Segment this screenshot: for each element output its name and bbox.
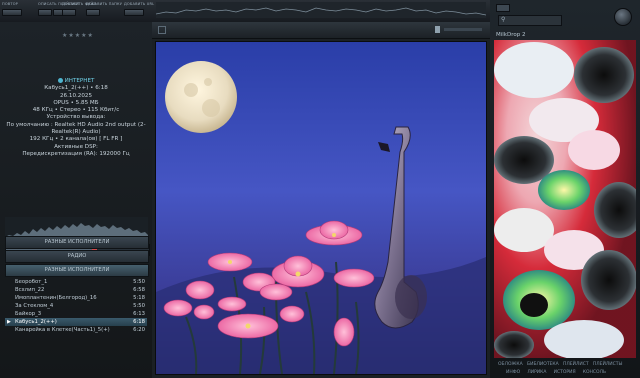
- playlist-row-current[interactable]: ▶ Кабусь1_2(++) 6:18: [5, 318, 147, 326]
- tab-playlist[interactable]: ПЛЕЙЛИСТ: [563, 362, 589, 367]
- stream-header-label: ИНТЕРНЕТ: [64, 78, 95, 84]
- left-panel: ★★★★★ ИНТЕРНЕТ Кабусь1_2(++) • 6:18 26.1…: [0, 22, 152, 378]
- track-title: Канарейка в Клетке(Часть1)_5(+): [15, 327, 110, 333]
- describe-playlist-button[interactable]: [38, 9, 52, 16]
- volume-knob[interactable]: [614, 8, 632, 26]
- playlist-row[interactable]: Имоплантенин(Белгород)_16 5:18: [5, 294, 147, 302]
- add-file-button[interactable]: [62, 9, 76, 16]
- stream-info: ИНТЕРНЕТ Кабусь1_2(++) • 6:18 26.10.2025…: [0, 78, 152, 158]
- tab-lyrics[interactable]: ЛИРИКА: [527, 370, 546, 375]
- repeat-button[interactable]: [2, 9, 22, 16]
- visualizer-title: MilkDrop 2: [496, 32, 526, 38]
- control-group-add-url: ДОБАВИТЬ URL: [124, 2, 155, 16]
- track-title: Байкор_3: [15, 311, 42, 317]
- control-group-add-folder: ДОБАВИТЬ ПАПКУ: [86, 2, 123, 16]
- globe-icon: [57, 78, 63, 83]
- tab-playlists[interactable]: ПЛЕЙЛИСТЫ: [593, 362, 623, 367]
- speaker-icon[interactable]: [435, 26, 440, 33]
- visualizer-search-input[interactable]: ⚲: [498, 15, 562, 26]
- now-playing-track: Кабусь1_2(++) • 6:18: [44, 85, 108, 92]
- output-device-cont: Realtek(R) Audio): [51, 129, 101, 136]
- playlist-row[interactable]: Канарейка в Клетке(Часть1)_5(+) 6:20: [5, 326, 147, 334]
- tab-info[interactable]: ИНФО: [506, 370, 520, 375]
- add-folder-button[interactable]: [86, 9, 100, 16]
- track-title: Кабусь1_2(++): [15, 319, 57, 325]
- rating-stars[interactable]: ★★★★★: [62, 32, 94, 39]
- album-art-panel: [152, 22, 490, 378]
- track-title: Имоплантенин(Белгород)_16: [15, 295, 97, 301]
- bottom-tabs-row1: ОБЛОЖКА БИБЛИОТЕКА ПЛЕЙЛИСТ ПЛЕЙЛИСТЫ: [498, 362, 623, 367]
- output-device: По умолчанию : Realtek HD Audio 2nd outp…: [6, 121, 146, 128]
- track-duration: 6:58: [133, 287, 145, 293]
- tab-cover[interactable]: ОБЛОЖКА: [498, 362, 523, 367]
- output-format: 192 КГц • 2 канала(ов) [ FL FR ]: [29, 136, 123, 143]
- album-art-image: [156, 42, 486, 374]
- playlist-tab-radio[interactable]: РАДИО: [5, 250, 149, 263]
- resample-info: Передискретизация (RA): 192000 Гц: [22, 150, 130, 157]
- playlist-row[interactable]: Всхлип_22 6:58: [5, 286, 147, 294]
- track-duration: 6:13: [133, 311, 145, 317]
- playlist-row[interactable]: Беоробот_1 5:50: [5, 278, 147, 286]
- playlist-row[interactable]: Байкор_3 6:13: [5, 310, 147, 318]
- control-label: ДОБАВИТЬ ПАПКУ: [86, 2, 123, 6]
- art-volume-slider[interactable]: [444, 28, 482, 31]
- add-url-button[interactable]: [124, 9, 144, 16]
- search-icon: ⚲: [501, 16, 506, 23]
- track-duration: 5:18: [133, 295, 145, 301]
- playlist-tab-various-artists-2[interactable]: РАЗНЫЕ ИСПОЛНИТЕЛИ: [5, 264, 149, 277]
- visualizer-panel: ⚲ MilkDrop 2 ОБЛОЖКА БИБЛИОТЕКА ПЛЕЙЛИСТ…: [490, 0, 640, 378]
- spectrum-strip: [156, 2, 486, 18]
- playlist-row[interactable]: За Стеклом_4 5:50: [5, 302, 147, 310]
- play-indicator-icon: ▶: [7, 319, 11, 325]
- control-label: ДОБАВИТЬ URL: [124, 2, 155, 6]
- playlist-tab-various-artists[interactable]: РАЗНЫЕ ИСПОЛНИТЕЛИ: [5, 236, 149, 249]
- panel-toggle-button[interactable]: [496, 4, 510, 12]
- track-duration: 6:20: [133, 327, 145, 333]
- dsp-label: Активные DSP:: [54, 143, 98, 150]
- art-toolbar: [152, 22, 490, 39]
- stream-header: ИНТЕРНЕТ: [0, 78, 152, 85]
- control-group-repeat: ПОВТОР: [2, 2, 22, 16]
- track-title: Беоробот_1: [15, 279, 48, 285]
- control-label: ПОВТОР: [2, 2, 18, 6]
- tab-history[interactable]: ИСТОРИЯ: [554, 370, 576, 375]
- track-duration: 5:50: [133, 303, 145, 309]
- track-duration: 5:50: [133, 279, 145, 285]
- bottom-tabs-row2: ИНФО ЛИРИКА ИСТОРИЯ КОНСОЛЬ: [506, 370, 606, 375]
- menu-icon[interactable]: [158, 26, 166, 34]
- track-title: За Стеклом_4: [15, 303, 54, 309]
- stream-date: 26.10.2025: [59, 92, 93, 99]
- stream-codec: OPUS • 5.85 МБ: [53, 99, 99, 106]
- track-title: Всхлип_22: [15, 287, 45, 293]
- milkdrop-visualizer: [494, 40, 636, 358]
- tab-console[interactable]: КОНСОЛЬ: [583, 370, 606, 375]
- track-duration: 6:18: [133, 319, 145, 325]
- output-device-label: Устройство вывода:: [46, 114, 106, 121]
- tab-library[interactable]: БИБЛИОТЕКА: [527, 362, 559, 367]
